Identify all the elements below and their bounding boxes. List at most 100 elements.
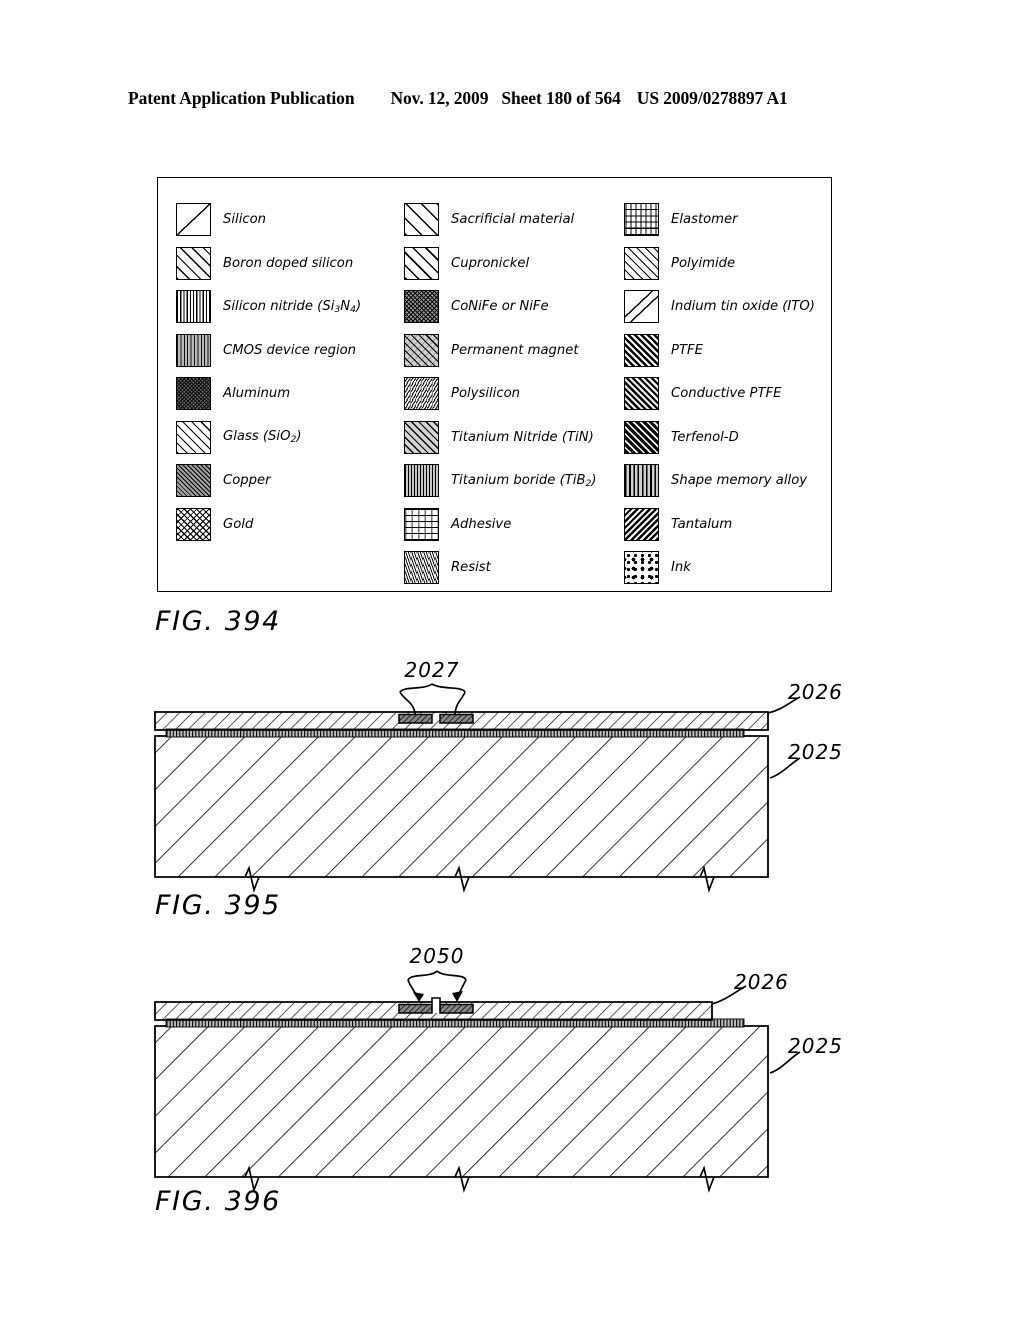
legend-swatch-copper-icon: [176, 464, 211, 498]
legend-item: Sacrificial material: [404, 198, 619, 242]
legend-item-label: Copper: [223, 473, 271, 489]
legend-item: Silicon: [176, 198, 391, 242]
header-publication-title: Patent Application Publication: [128, 88, 355, 108]
figure-label-395: FIG. 395: [155, 890, 281, 921]
figure-label-396: FIG. 396: [155, 1186, 281, 1217]
header-sheet-number: Sheet 180 of 564: [501, 88, 621, 108]
legend-column-3: Elastomer Polyimide Indium tin oxide (ITO)…: [624, 198, 839, 590]
legend-swatch-glass-icon: [176, 420, 211, 454]
callout-2027: 2027: [404, 658, 460, 682]
legend-item-label: Terfenol-D: [671, 429, 739, 445]
legend-swatch-sinitride-icon: [176, 290, 211, 324]
figure-396-cross-section: [154, 970, 801, 1193]
legend-item: Titanium boride (TiB2): [404, 459, 619, 503]
legend-swatch-sacrificial-icon: [404, 203, 439, 237]
legend-item-label: Cupronickel: [451, 255, 530, 271]
legend-swatch-adhesive-icon: [404, 507, 439, 541]
legend-item-label: CoNiFe or NiFe: [451, 299, 549, 315]
legend-item-label: Polyimide: [671, 255, 736, 271]
legend-swatch-polyimide-icon: [624, 246, 659, 280]
legend-column-2: Sacrificial material Cupronickel CoNiFe or…: [404, 198, 619, 590]
legend-item: Aluminum: [176, 372, 391, 416]
callout-2050: 2050: [409, 944, 465, 968]
legend-item-label: CMOS device region: [223, 342, 357, 358]
legend-swatch-tantalum-icon: [624, 507, 659, 541]
legend-item: Gold: [176, 503, 391, 547]
legend-swatch-cptfe-icon: [624, 377, 659, 411]
legend-swatch-resist-icon: [404, 551, 439, 585]
legend-swatch-silicon-icon: [176, 203, 211, 237]
legend-item: Permanent magnet: [404, 329, 619, 373]
legend-swatch-gold-icon: [176, 507, 211, 541]
legend-swatch-polysilicon-icon: [404, 377, 439, 411]
legend-item-label: Conductive PTFE: [671, 386, 782, 402]
legend-item: Ink: [624, 546, 839, 590]
legend-item-label: Elastomer: [671, 212, 738, 228]
legend-item-label: Silicon: [223, 212, 267, 228]
legend-swatch-ink-icon: [624, 551, 659, 585]
legend-item: Copper: [176, 459, 391, 503]
legend-item: Cupronickel: [404, 242, 619, 286]
legend-swatch-boron-icon: [176, 246, 211, 280]
legend-item: Elastomer: [624, 198, 839, 242]
legend-swatch-magnet-icon: [404, 333, 439, 367]
legend-item-label: Permanent magnet: [451, 342, 579, 358]
legend-item-label: Resist: [451, 560, 491, 576]
callout-2025-fig396: 2025: [788, 1034, 843, 1058]
header-patent-number: US 2009/0278897 A1: [636, 88, 788, 108]
legend-swatch-ptfe-icon: [624, 333, 659, 367]
callout-2025-fig395: 2025: [788, 740, 843, 764]
legend-swatch-ito-icon: [624, 290, 659, 324]
legend-item-label: Titanium Nitride (TiN): [451, 429, 594, 445]
legend-item: CoNiFe or NiFe: [404, 285, 619, 329]
legend-swatch-sma-icon: [624, 464, 659, 498]
legend-item: Tantalum: [624, 503, 839, 547]
legend-item: Conductive PTFE: [624, 372, 839, 416]
legend-item: Adhesive: [404, 503, 619, 547]
legend-swatch-conife-icon: [404, 290, 439, 324]
legend-item-label: Boron doped silicon: [223, 255, 354, 271]
figure-label-394: FIG. 394: [155, 606, 281, 637]
legend-box: Silicon Boron doped silicon Silicon nitrid…: [157, 177, 832, 592]
legend-swatch-terfenol-icon: [624, 420, 659, 454]
legend-item: PTFE: [624, 329, 839, 373]
legend-item-label: Titanium boride (TiB2): [451, 472, 597, 489]
legend-item: CMOS device region: [176, 329, 391, 373]
callout-2026-fig395: 2026: [788, 680, 843, 704]
legend-swatch-tin-icon: [404, 420, 439, 454]
legend-item-label: Polysilicon: [451, 386, 521, 402]
legend-swatch-cmos-icon: [176, 333, 211, 367]
figure-395-cross-section: [154, 683, 801, 893]
legend-item: Polysilicon: [404, 372, 619, 416]
legend-item: Glass (SiO2): [176, 416, 391, 460]
legend-item-label: Sacrificial material: [451, 212, 575, 228]
legend-item: Indium tin oxide (ITO): [624, 285, 839, 329]
legend-swatch-cupronickel-icon: [404, 246, 439, 280]
legend-item-label: Tantalum: [671, 516, 733, 532]
legend-swatch-tib2-icon: [404, 464, 439, 498]
legend-item: Polyimide: [624, 242, 839, 286]
legend-item: Silicon nitride (Si3N4): [176, 285, 391, 329]
legend-item-label: Ink: [671, 560, 691, 576]
figure-396-drawing: 2050 2026 2025: [0, 940, 1024, 1193]
legend-item: Boron doped silicon: [176, 242, 391, 286]
header-date: Nov. 12, 2009: [390, 88, 489, 108]
legend-item: Titanium Nitride (TiN): [404, 416, 619, 460]
legend-item-label: PTFE: [671, 342, 703, 358]
legend-item: Shape memory alloy: [624, 459, 839, 503]
legend-item-label: Adhesive: [451, 516, 512, 532]
callout-2026-fig396: 2026: [734, 970, 789, 994]
legend-column-1: Silicon Boron doped silicon Silicon nitrid…: [176, 198, 391, 546]
legend-swatch-elastomer-icon: [624, 203, 659, 237]
legend-swatch-aluminum-icon: [176, 377, 211, 411]
legend-item-label: Indium tin oxide (ITO): [671, 299, 815, 315]
legend-item-label: Glass (SiO2): [223, 429, 302, 446]
legend-item-label: Gold: [223, 516, 254, 532]
legend-item-label: Aluminum: [223, 386, 291, 402]
legend-item: Resist: [404, 546, 619, 590]
legend-item-label: Shape memory alloy: [671, 473, 808, 489]
page-header: Patent Application Publication Nov. 12, …: [128, 88, 896, 109]
legend-item: Terfenol-D: [624, 416, 839, 460]
figure-395-drawing: 2027 2026 2025: [0, 650, 1024, 893]
legend-item-label: Silicon nitride (Si3N4): [223, 298, 362, 315]
